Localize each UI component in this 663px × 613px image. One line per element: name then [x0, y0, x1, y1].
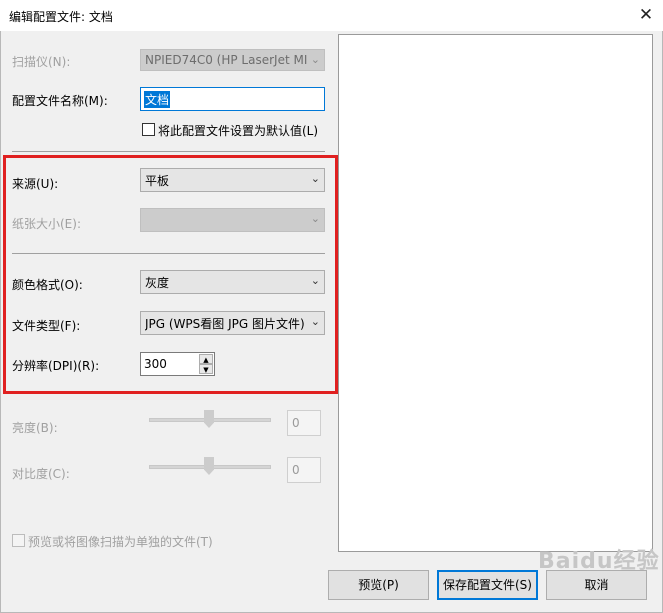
contrast-label: 对比度(C):	[12, 467, 70, 481]
resolution-label: 分辨率(DPI)(R):	[12, 359, 100, 373]
brightness-value: 0	[292, 416, 300, 430]
color-format-value: 灰度	[145, 276, 170, 290]
contrast-value-box: 0	[287, 457, 321, 483]
save-profile-button[interactable]: 保存配置文件(S)	[437, 570, 538, 600]
preview-area	[338, 34, 653, 552]
window-title: 编辑配置文件: 文档	[9, 10, 113, 24]
watermark: Baidu经验	[538, 549, 660, 574]
contrast-value: 0	[292, 463, 300, 477]
set-default-checkbox[interactable]	[142, 123, 155, 136]
scanner-label: 扫描仪(N):	[12, 55, 71, 69]
chevron-down-icon: ⌄	[310, 274, 320, 287]
source-select[interactable]: 平板 ⌄	[140, 168, 325, 192]
preview-button[interactable]: 预览(P)	[328, 570, 429, 600]
chevron-down-icon: ⌄	[310, 315, 320, 328]
source-label: 来源(U):	[12, 177, 59, 191]
close-icon[interactable]: ✕	[636, 4, 656, 26]
brightness-value-box: 0	[287, 410, 321, 436]
resolution-value: 300	[144, 357, 167, 371]
spin-up-icon[interactable]: ▲	[199, 354, 213, 364]
paper-size-select: ⌄	[140, 208, 325, 232]
chevron-down-icon: ⌄	[310, 53, 320, 66]
scanner-value: NPIED74C0 (HP LaserJet MI	[145, 53, 308, 67]
separator	[12, 253, 325, 254]
file-type-label: 文件类型(F):	[12, 319, 81, 333]
color-format-label: 颜色格式(O):	[12, 278, 83, 292]
profile-name-label: 配置文件名称(M):	[12, 94, 108, 108]
resolution-spinner[interactable]: 300 ▲ ▼	[140, 352, 215, 376]
set-default-label: 将此配置文件设置为默认值(L)	[158, 124, 319, 138]
spin-down-icon[interactable]: ▼	[199, 364, 213, 374]
chevron-down-icon: ⌄	[310, 212, 320, 225]
file-type-select[interactable]: JPG (WPS看图 JPG 图片文件) ⌄	[140, 311, 325, 335]
paper-size-label: 纸张大小(E):	[12, 217, 81, 231]
file-type-value: JPG (WPS看图 JPG 图片文件)	[145, 317, 305, 331]
scanner-select: NPIED74C0 (HP LaserJet MI ⌄	[140, 49, 325, 71]
brightness-label: 亮度(B):	[12, 421, 58, 435]
separator	[12, 151, 325, 152]
profile-name-value: 文档	[144, 91, 171, 108]
separate-files-label: 预览或将图像扫描为单独的文件(T)	[28, 535, 213, 549]
color-format-select[interactable]: 灰度 ⌄	[140, 270, 325, 294]
separate-files-checkbox	[12, 534, 25, 547]
profile-name-input[interactable]: 文档	[140, 87, 325, 111]
source-value: 平板	[145, 174, 170, 188]
chevron-down-icon: ⌄	[310, 172, 320, 185]
